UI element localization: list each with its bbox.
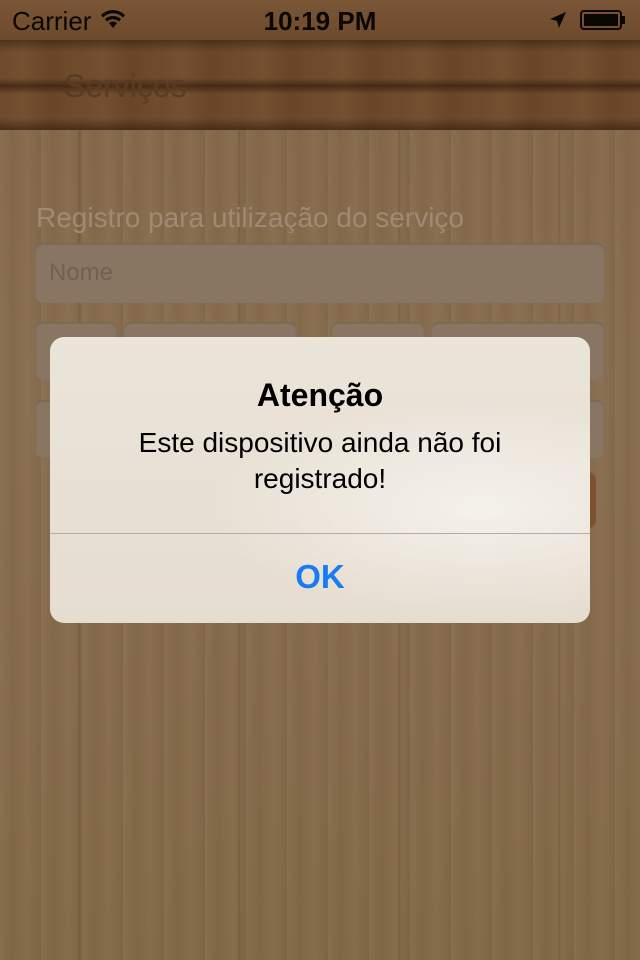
alert-dialog: Atenção Este dispositivo ainda não foi r… (50, 337, 590, 623)
alert-ok-button[interactable]: OK (50, 534, 590, 623)
alert-title: Atenção (256, 377, 384, 413)
alert-message: Este dispositivo ainda não foi registrad… (138, 427, 502, 494)
